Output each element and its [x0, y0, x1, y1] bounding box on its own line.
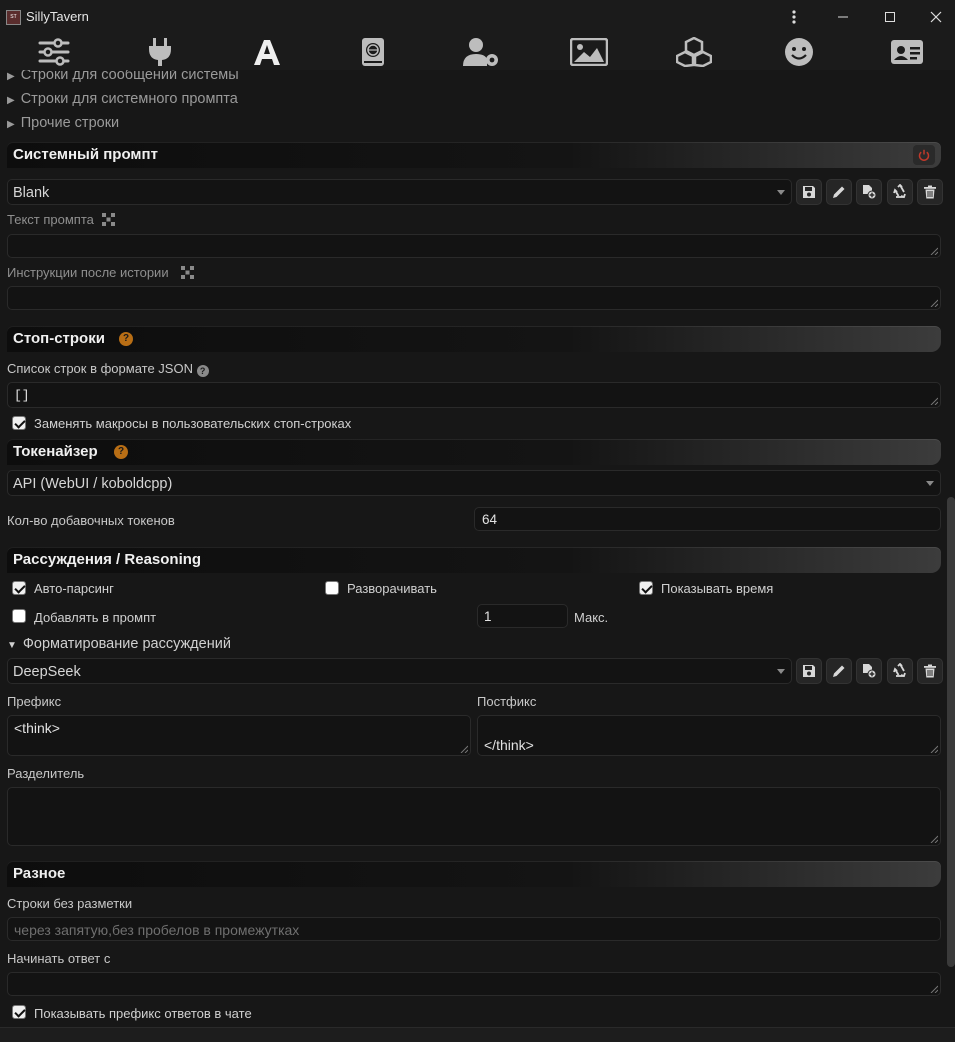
- close-icon[interactable]: [913, 0, 955, 34]
- triangle-right-icon: ▶: [7, 95, 15, 106]
- file-add-icon[interactable]: [856, 658, 882, 684]
- window-title: SillyTavern: [26, 9, 89, 24]
- no-markdown-label: Строки без разметки: [7, 896, 133, 911]
- expand-editor-icon[interactable]: [102, 213, 115, 229]
- section-header-misc: Разное: [7, 861, 941, 887]
- file-add-icon[interactable]: [856, 179, 882, 205]
- trash-icon[interactable]: [917, 658, 943, 684]
- reasoning-template-select[interactable]: DeepSeek: [7, 658, 792, 684]
- minimize-icon[interactable]: [820, 0, 866, 34]
- power-icon[interactable]: [913, 145, 935, 165]
- font-a-icon[interactable]: [240, 34, 294, 70]
- system-prompt-select[interactable]: Blank: [7, 179, 792, 205]
- prompt-text-label: Текст промпта: [7, 212, 94, 227]
- chevron-down-icon: [777, 669, 785, 674]
- title-bar: ST SillyTavern: [0, 0, 955, 34]
- trash-icon[interactable]: [917, 179, 943, 205]
- resize-grip-icon: [930, 745, 938, 753]
- reasoning-max-label: Макс.: [574, 610, 609, 625]
- section-header-tokenizer: Токенайзер ?: [7, 439, 941, 465]
- reasoning-max-input[interactable]: 1: [477, 604, 568, 628]
- triangle-down-icon: ▼: [7, 640, 17, 651]
- pencil-icon[interactable]: [826, 179, 852, 205]
- expand-reasoning-checkbox[interactable]: [325, 581, 339, 595]
- show-time-checkbox[interactable]: [639, 581, 653, 595]
- resize-grip-icon: [930, 247, 938, 255]
- postfix-label: Постфикс: [477, 694, 537, 709]
- replace-macros-checkbox[interactable]: [12, 416, 26, 430]
- replace-macros-label: Заменять макросы в пользовательских стоп…: [34, 416, 352, 431]
- more-options-icon[interactable]: [771, 0, 817, 34]
- resize-grip-icon: [930, 985, 938, 993]
- expand-editor-icon[interactable]: [181, 266, 194, 282]
- prefix-field[interactable]: <think>: [7, 715, 471, 756]
- expand-reasoning-label: Разворачивать: [347, 581, 437, 596]
- no-markdown-input[interactable]: через запятую,без пробелов в промежутках: [7, 917, 941, 941]
- section-header-system-prompt: Системный промпт: [7, 142, 941, 168]
- smile-icon[interactable]: [772, 34, 826, 70]
- collapsed-section-other-strings[interactable]: ▶ Прочие строки: [7, 115, 119, 131]
- plug-icon[interactable]: [133, 34, 187, 70]
- scrollbar[interactable]: [947, 497, 955, 967]
- resize-grip-icon: [930, 835, 938, 843]
- resize-grip-icon: [460, 745, 468, 753]
- collapsed-section-system-messages[interactable]: ▶ Строки для сообщений системы: [7, 70, 239, 83]
- show-prefix-label: Показывать префикс ответов в чате: [34, 1006, 252, 1021]
- separator-field[interactable]: [7, 787, 941, 846]
- section-header-reasoning: Рассуждения / Reasoning: [7, 547, 941, 573]
- extra-tokens-label: Кол-во добавочных токенов: [7, 513, 175, 528]
- show-time-label: Показывать время: [661, 581, 774, 596]
- post-history-label: Инструкции после истории: [7, 265, 169, 280]
- app-logo: ST: [6, 10, 21, 25]
- tokenizer-select[interactable]: API (WebUI / koboldcpp): [7, 470, 941, 496]
- help-icon[interactable]: ?: [119, 332, 133, 346]
- section-header-stop-strings: Стоп-строки ?: [7, 326, 941, 352]
- sliders-icon[interactable]: [27, 34, 81, 70]
- start-reply-field[interactable]: [7, 972, 941, 996]
- save-icon[interactable]: [796, 179, 822, 205]
- help-icon[interactable]: ?: [196, 365, 209, 377]
- stop-strings-json-field[interactable]: []: [7, 382, 941, 408]
- pencil-icon[interactable]: [826, 658, 852, 684]
- reasoning-formatting-toggle[interactable]: ▼ Форматирование рассуждений: [7, 636, 231, 652]
- post-history-field[interactable]: [7, 286, 941, 310]
- start-reply-label: Начинать ответ с: [7, 951, 111, 966]
- collapsed-section-system-prompt-strings[interactable]: ▶ Строки для системного промпта: [7, 91, 238, 107]
- save-icon[interactable]: [796, 658, 822, 684]
- triangle-right-icon: ▶: [7, 119, 15, 130]
- auto-parse-label: Авто-парсинг: [34, 581, 114, 596]
- top-toolbar: [0, 34, 955, 70]
- add-to-prompt-label: Добавлять в промпт: [34, 610, 157, 625]
- json-strings-label: Список строк в формате JSON ?: [7, 361, 209, 377]
- cubes-icon[interactable]: [667, 34, 721, 70]
- resize-grip-icon: [930, 299, 938, 307]
- postfix-field[interactable]: </think>: [477, 715, 941, 756]
- settings-panel: ▶ Строки для сообщений системы ▶ Строки дл…: [0, 70, 955, 1042]
- id-card-icon[interactable]: [880, 34, 934, 70]
- image-icon[interactable]: [562, 34, 616, 70]
- book-globe-icon[interactable]: [346, 34, 400, 70]
- help-icon[interactable]: ?: [114, 445, 128, 459]
- extra-tokens-input[interactable]: 64: [474, 507, 941, 531]
- user-gear-icon[interactable]: [455, 34, 509, 70]
- auto-parse-checkbox[interactable]: [12, 581, 26, 595]
- bottom-bar: [0, 1027, 955, 1042]
- show-prefix-checkbox[interactable]: [12, 1005, 26, 1019]
- chevron-down-icon: [777, 190, 785, 195]
- add-to-prompt-checkbox[interactable]: [12, 609, 26, 623]
- resize-grip-icon: [930, 397, 938, 405]
- chevron-down-icon: [926, 481, 934, 486]
- triangle-right-icon: ▶: [7, 71, 15, 82]
- prompt-text-field[interactable]: [7, 234, 941, 258]
- maximize-icon[interactable]: [867, 0, 913, 34]
- prefix-label: Префикс: [7, 694, 62, 709]
- recycle-icon[interactable]: [887, 179, 913, 205]
- recycle-icon[interactable]: [887, 658, 913, 684]
- separator-label: Разделитель: [7, 766, 85, 781]
